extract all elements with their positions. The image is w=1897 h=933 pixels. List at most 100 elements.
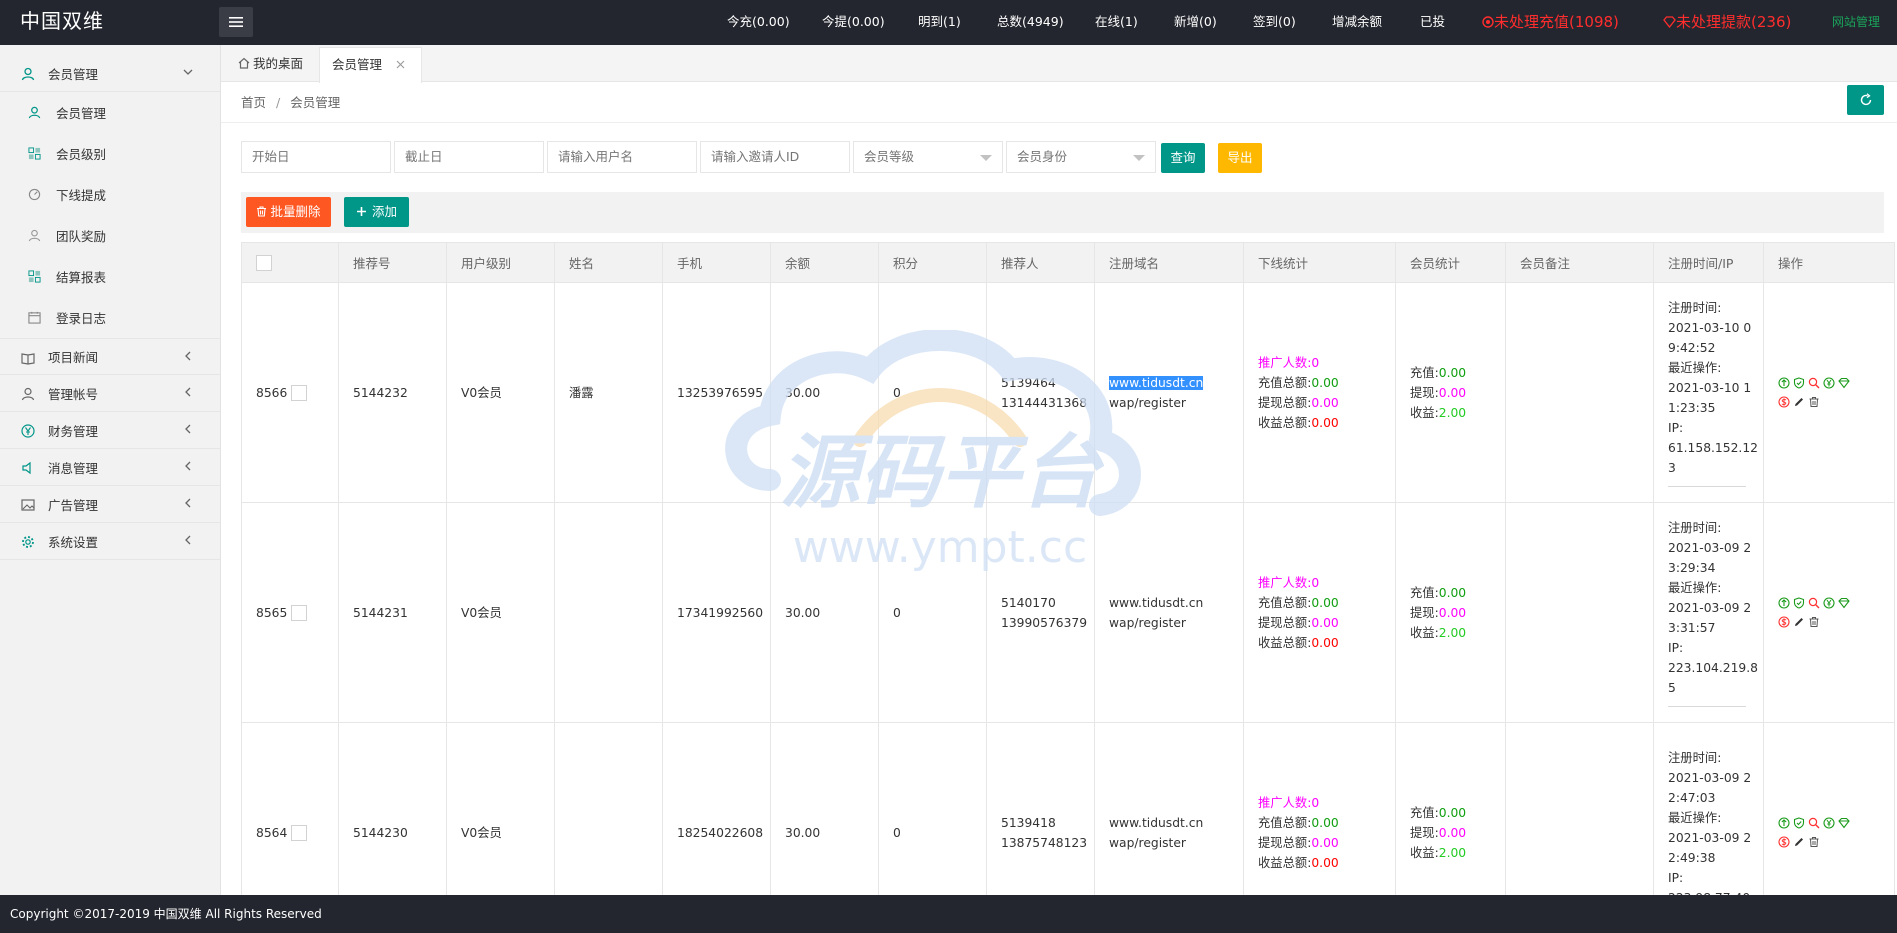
tab-my-desktop[interactable]: 我的桌面 xyxy=(226,47,315,82)
col-header[interactable]: 下线统计 xyxy=(1243,242,1396,283)
stat-invested[interactable]: 已投 xyxy=(1420,0,1445,45)
domain-text: www.tidusdt.cn xyxy=(1109,815,1204,830)
search-icon[interactable] xyxy=(1808,377,1820,389)
stat-signin[interactable]: 签到(0) xyxy=(1253,0,1296,45)
trash-icon[interactable] xyxy=(1808,396,1820,408)
sidebar-group-label: 系统设置 xyxy=(48,534,99,550)
col-header[interactable]: 会员备注 xyxy=(1505,242,1654,283)
breadcrumb-separator: / xyxy=(276,95,281,110)
start-date-input[interactable]: 开始日 xyxy=(241,141,391,173)
member-level-select[interactable]: 会员等级 xyxy=(853,141,1003,173)
query-button[interactable]: 查询 xyxy=(1161,143,1205,173)
stat-tomorrow[interactable]: 明到(1) xyxy=(918,0,961,45)
shield-check-icon[interactable] xyxy=(1793,377,1805,389)
home-icon xyxy=(238,57,250,69)
stat-today-withdraw[interactable]: 今提(0.00) xyxy=(822,0,885,45)
sidebar-group-label: 项目新闻 xyxy=(48,350,99,365)
end-date-input[interactable]: 截止日 xyxy=(394,141,544,173)
sidebar-item-downline-commission[interactable]: 下线提成 xyxy=(0,174,221,215)
search-icon[interactable] xyxy=(1808,817,1820,829)
downline-stats-cell: 推广人数:0 充值总额:0.00 提现总额:0.00 收益总额:0.00 xyxy=(1243,502,1396,723)
select-all-checkbox[interactable] xyxy=(256,254,272,271)
trash-icon[interactable] xyxy=(1808,836,1820,848)
dollar-icon[interactable] xyxy=(1778,836,1790,848)
sidebar-group-ads[interactable]: 广告管理 xyxy=(0,486,221,523)
stat-value: 0.00 xyxy=(1311,395,1339,410)
refresh-button[interactable] xyxy=(1847,85,1884,115)
upload-icon[interactable] xyxy=(1778,377,1790,389)
yen-icon[interactable] xyxy=(1823,377,1835,389)
sidebar-item-team-reward[interactable]: 团队奖励 xyxy=(0,215,221,256)
col-header[interactable]: 注册域名 xyxy=(1094,242,1244,283)
edit-icon[interactable] xyxy=(1793,836,1805,848)
row-checkbox[interactable] xyxy=(291,385,308,401)
diamond-icon[interactable] xyxy=(1838,597,1850,609)
sidebar-group-member[interactable]: 会员管理 xyxy=(0,55,221,92)
stat-adjust-balance[interactable]: 增减余额 xyxy=(1332,0,1382,45)
stat-value: 0.00 xyxy=(1438,585,1467,600)
remark-cell xyxy=(1505,282,1654,503)
alert-unprocessed-withdraw[interactable]: 未处理提款(236) xyxy=(1663,0,1791,45)
stat-total[interactable]: 总数(4949) xyxy=(997,0,1064,45)
col-header[interactable]: 余额 xyxy=(770,242,879,283)
add-button[interactable]: 添加 xyxy=(344,197,409,227)
col-header[interactable]: 推荐人 xyxy=(986,242,1095,283)
col-header[interactable]: 注册时间/IP xyxy=(1653,242,1764,283)
col-header[interactable]: 积分 xyxy=(878,242,987,283)
export-button[interactable]: 导出 xyxy=(1218,143,1262,173)
row-checkbox[interactable] xyxy=(291,605,308,621)
sidebar-group-messages[interactable]: 消息管理 xyxy=(0,449,221,486)
sidebar-item-member-manage[interactable]: 会员管理 xyxy=(0,92,221,133)
id-cell: 8565 xyxy=(241,502,339,723)
name-cell xyxy=(554,502,663,723)
col-header[interactable]: 手机 xyxy=(662,242,771,283)
col-header[interactable]: 用户级别 xyxy=(446,242,555,283)
dollar-icon[interactable] xyxy=(1778,396,1790,408)
row-checkbox[interactable] xyxy=(291,825,308,841)
sidebar-group-admin-accounts[interactable]: 管理帐号 xyxy=(0,375,221,412)
sidebar-group-system-settings[interactable]: 系统设置 xyxy=(0,523,221,560)
upload-icon[interactable] xyxy=(1778,817,1790,829)
col-header[interactable]: 姓名 xyxy=(554,242,663,283)
caret-down-icon xyxy=(1133,155,1145,161)
sidebar-group-finance[interactable]: 财务管理 xyxy=(0,412,221,449)
yen-icon[interactable] xyxy=(1823,597,1835,609)
alert-unprocessed-recharge[interactable]: 未处理充值(1098) xyxy=(1482,0,1619,45)
edit-icon[interactable] xyxy=(1793,616,1805,628)
breadcrumb-home[interactable]: 首页 xyxy=(241,95,266,110)
ip-b: 3 xyxy=(1668,461,1676,475)
chevron-left-icon xyxy=(185,387,191,397)
diamond-icon[interactable] xyxy=(1838,377,1850,389)
tab-member-manage[interactable]: 会员管理 xyxy=(319,47,422,83)
member-identity-select[interactable]: 会员身份 xyxy=(1006,141,1156,173)
col-header[interactable]: 操作 xyxy=(1763,242,1895,283)
col-header[interactable]: 推荐号 xyxy=(338,242,447,283)
upload-icon[interactable] xyxy=(1778,597,1790,609)
yen-icon[interactable] xyxy=(1823,817,1835,829)
edit-icon[interactable] xyxy=(1793,396,1805,408)
col-header[interactable]: 会员统计 xyxy=(1395,242,1506,283)
site-admin-menu[interactable]: 网站管理 xyxy=(1832,0,1880,45)
stat-label: 收益总额: xyxy=(1258,855,1312,870)
trash-icon[interactable] xyxy=(1808,616,1820,628)
sidebar-item-login-log[interactable]: 登录日志 xyxy=(0,297,221,338)
search-icon[interactable] xyxy=(1808,597,1820,609)
menu-toggle-button[interactable] xyxy=(219,7,253,37)
stat-today-recharge[interactable]: 今充(0.00) xyxy=(727,0,790,45)
domain-path: wap/register xyxy=(1109,395,1186,410)
sidebar-group-project-news[interactable]: 项目新闻 xyxy=(0,338,221,375)
dollar-icon[interactable] xyxy=(1778,616,1790,628)
table-row: 8566 5144232 V0会员 潘露 13253976595 30.00 0 51394… xyxy=(241,282,1895,503)
sidebar-item-member-level[interactable]: 会员级别 xyxy=(0,133,221,174)
shield-check-icon[interactable] xyxy=(1793,597,1805,609)
username-input[interactable]: 请输入用户名 xyxy=(547,141,697,173)
stat-new[interactable]: 新增(0) xyxy=(1174,0,1217,45)
close-icon[interactable] xyxy=(396,60,405,69)
batch-delete-button[interactable]: 批量删除 xyxy=(246,197,331,227)
stat-label: 收益: xyxy=(1410,845,1439,860)
shield-check-icon[interactable] xyxy=(1793,817,1805,829)
diamond-icon[interactable] xyxy=(1838,817,1850,829)
stat-online[interactable]: 在线(1) xyxy=(1095,0,1138,45)
sidebar-item-settlement-report[interactable]: 结算报表 xyxy=(0,256,221,297)
inviter-id-input[interactable]: 请输入邀请人ID xyxy=(700,141,850,173)
